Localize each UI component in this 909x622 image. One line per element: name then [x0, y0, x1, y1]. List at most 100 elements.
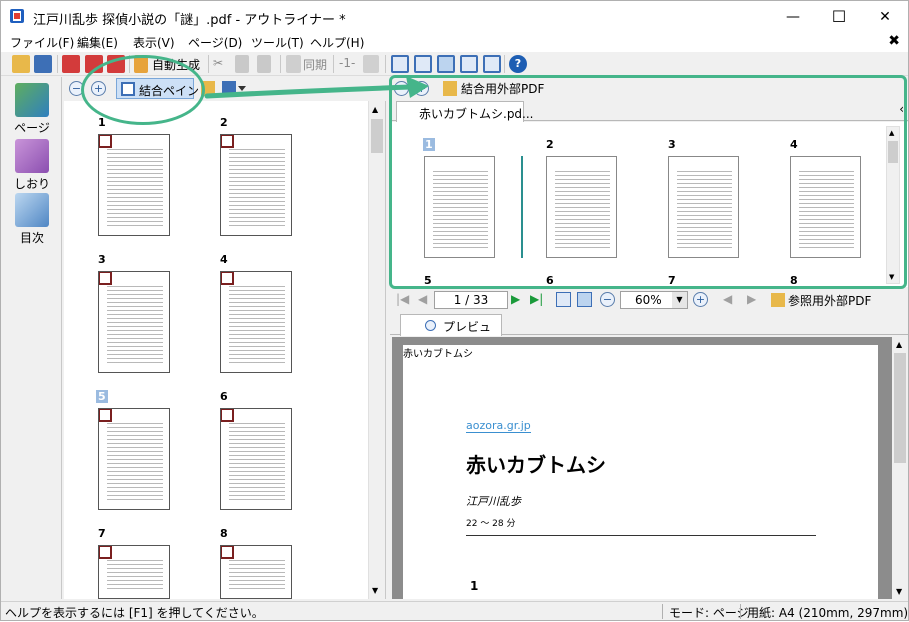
page-panel-scrollbar[interactable]: ▲ ▼ — [368, 101, 385, 599]
menu-tools[interactable]: ツール(T) — [251, 34, 304, 51]
folder-icon[interactable] — [201, 81, 215, 96]
page-number-button[interactable]: -1- — [339, 56, 355, 70]
auto-generate-button[interactable]: 自動生成 — [152, 56, 200, 73]
sidebar-item-toc[interactable]: 目次 — [6, 193, 58, 246]
fit-width-icon[interactable] — [577, 292, 592, 307]
stamp-icon[interactable] — [363, 55, 379, 73]
layout-5-icon[interactable] — [483, 55, 501, 73]
forward-icon[interactable]: ▶ — [747, 292, 756, 306]
page-thumbnail[interactable] — [220, 271, 292, 373]
preview-scrollbar[interactable]: ▲ ▼ — [892, 337, 908, 599]
source-link[interactable]: aozora.gr.jp — [466, 419, 531, 433]
pdf-settings-icon[interactable] — [107, 55, 125, 73]
zoom-in-button[interactable]: + — [91, 81, 106, 96]
scroll-down-icon[interactable]: ▼ — [372, 586, 378, 595]
cp-page-thumbnail[interactable] — [424, 156, 495, 258]
menu-view[interactable]: 表示(V) — [133, 34, 175, 51]
cp-page-label-selected: 1 — [423, 138, 435, 151]
zoom-select[interactable]: 60% ▼ — [620, 291, 688, 309]
nav-zoom-out-button[interactable]: − — [600, 292, 615, 307]
scroll-up-icon[interactable]: ▲ — [889, 129, 894, 137]
cp-page-thumbnail[interactable] — [546, 156, 617, 258]
sidebar-item-pages[interactable]: ページ — [6, 83, 58, 136]
prev-page-icon[interactable]: ◀ — [418, 292, 427, 306]
scroll-up-icon[interactable]: ▲ — [896, 340, 902, 349]
fit-page-icon[interactable] — [556, 292, 571, 307]
next-page-icon[interactable]: ▶ — [511, 292, 520, 306]
zoom-out-button[interactable]: − — [69, 81, 84, 96]
layout-4-icon[interactable] — [460, 55, 478, 73]
maximize-button[interactable]: ☐ — [816, 1, 862, 32]
select-marker[interactable] — [99, 272, 112, 285]
combine-pane-button[interactable]: 結合ペイン — [116, 78, 199, 99]
cut-icon[interactable]: ✂ — [213, 56, 223, 70]
zoom-dropdown-icon[interactable]: ▼ — [672, 292, 687, 308]
cp-zoom-in-button[interactable]: + — [414, 81, 429, 96]
select-marker[interactable] — [99, 546, 112, 559]
paste-icon[interactable] — [257, 55, 271, 73]
menu-help[interactable]: ヘルプ(H) — [310, 34, 364, 51]
page-thumbnail[interactable] — [98, 545, 170, 599]
nav-zoom-in-button[interactable]: + — [693, 292, 708, 307]
close-button[interactable]: ✕ — [862, 1, 908, 32]
menu-page[interactable]: ページ(D) — [188, 34, 242, 51]
scroll-thumb[interactable] — [894, 353, 906, 463]
back-icon[interactable]: ◀ — [723, 292, 732, 306]
page-thumbnail[interactable] — [98, 134, 170, 236]
select-marker[interactable] — [221, 272, 234, 285]
select-marker[interactable] — [221, 135, 234, 148]
scroll-thumb[interactable] — [888, 141, 898, 163]
pdf-icon[interactable] — [62, 55, 80, 73]
first-page-icon[interactable]: |◀ — [396, 292, 409, 306]
status-help-text: ヘルプを表示するには [F1] を押してください。 — [5, 606, 264, 620]
copy-icon[interactable] — [235, 55, 249, 73]
cp-page-label: 4 — [790, 138, 798, 151]
text-lines — [107, 149, 163, 227]
external-pdf-button[interactable]: 結合用外部PDF — [461, 80, 544, 97]
page-thumbnail[interactable] — [220, 408, 292, 510]
cp-page-label: 7 — [668, 274, 676, 287]
select-marker[interactable] — [99, 135, 112, 148]
menu-edit[interactable]: 編集(E) — [77, 34, 118, 51]
scroll-down-icon[interactable]: ▼ — [889, 273, 894, 281]
select-marker[interactable] — [221, 409, 234, 422]
page-thumbnail[interactable] — [98, 271, 170, 373]
sidebar-item-label: ページ — [14, 121, 50, 135]
cp-page-thumbnail[interactable] — [668, 156, 739, 258]
tab-preview[interactable]: プレビュー — [400, 314, 502, 351]
mdi-close-icon[interactable]: ✖ — [888, 33, 900, 49]
page-thumbnail[interactable] — [220, 134, 292, 236]
chevron-down-icon[interactable] — [238, 86, 246, 91]
scroll-thumb[interactable] — [371, 119, 383, 153]
save-pages-icon[interactable] — [222, 81, 236, 96]
minimize-button[interactable]: — — [770, 1, 816, 32]
sync-button[interactable]: 同期 — [303, 56, 327, 73]
preview-area: 赤いカブトムシ aozora.gr.jp 赤いカブトムシ 江戸川乱歩 22 ～ … — [392, 337, 892, 599]
open-folder-icon[interactable] — [12, 55, 30, 73]
collapse-chevron-icon[interactable]: ‹ — [899, 102, 904, 116]
pdf-export-icon[interactable] — [85, 55, 103, 73]
section-number: 1 — [470, 579, 479, 593]
help-icon[interactable]: ? — [509, 55, 527, 73]
select-marker[interactable] — [221, 546, 234, 559]
page-thumbnail[interactable] — [98, 408, 170, 510]
text-lines — [229, 423, 285, 501]
scroll-down-icon[interactable]: ▼ — [896, 587, 902, 596]
cp-page-thumbnail[interactable] — [790, 156, 861, 258]
last-page-icon[interactable]: ▶| — [530, 292, 543, 306]
scroll-up-icon[interactable]: ▲ — [372, 105, 378, 114]
cp-zoom-out-button[interactable]: − — [394, 81, 409, 96]
save-icon[interactable] — [34, 55, 52, 73]
layout-3-icon[interactable] — [437, 55, 455, 73]
combine-thumbnails-area: 1 2 3 4 5 6 7 8 ▲ ▼ — [390, 122, 908, 287]
page-thumbnail[interactable] — [220, 545, 292, 599]
tab-external-pdf[interactable]: 赤いカブトムシ.pd... — [396, 101, 534, 122]
page-indicator[interactable]: 1 / 33 — [434, 291, 508, 309]
menu-file[interactable]: ファイル(F) — [10, 34, 74, 51]
combine-scrollbar[interactable]: ▲ ▼ — [886, 126, 900, 284]
layout-2-icon[interactable] — [414, 55, 432, 73]
reference-pdf-button[interactable]: 参照用外部PDF — [788, 292, 871, 309]
layout-1-icon[interactable] — [391, 55, 409, 73]
select-marker[interactable] — [99, 409, 112, 422]
sidebar-item-bookmarks[interactable]: しおり — [6, 139, 58, 192]
